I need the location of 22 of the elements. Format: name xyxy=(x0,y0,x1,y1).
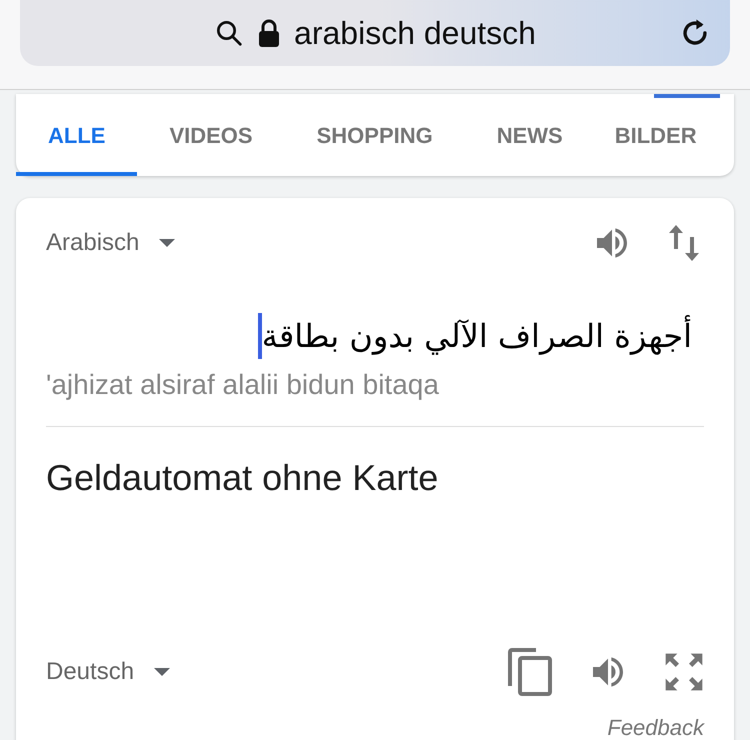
transliteration: 'ajhizat alsiraf alalii bidun bitaqa xyxy=(46,368,440,402)
tab[interactable]: VIDEOS xyxy=(137,98,285,176)
tab[interactable]: NEWS xyxy=(464,98,595,176)
source-text[interactable]: أجهزة الصراف الآلي بدون بطاقة xyxy=(262,312,692,360)
address-bar[interactable]: arabisch deutsch xyxy=(20,0,730,66)
text-cursor xyxy=(258,313,262,359)
tab[interactable]: ALLE xyxy=(16,98,138,176)
lock-icon xyxy=(258,19,280,47)
caret-icon xyxy=(159,239,176,247)
scroll-indicator xyxy=(654,94,720,98)
source-language-dropdown[interactable]: Arabisch xyxy=(46,225,176,261)
caret-icon xyxy=(154,668,170,676)
copy-icon[interactable] xyxy=(508,648,552,696)
feedback-link[interactable]: Feedback xyxy=(607,711,704,740)
fullscreen-icon[interactable] xyxy=(664,652,704,692)
address-text: arabisch deutsch xyxy=(294,14,536,53)
target-language-dropdown[interactable]: Deutsch xyxy=(46,654,170,690)
tab[interactable]: SHOPPING xyxy=(284,98,465,176)
search-icon xyxy=(214,18,244,48)
swap-icon[interactable] xyxy=(668,225,700,261)
tab[interactable]: BILDER xyxy=(594,98,729,176)
translated-text: Geldautomat ohne Karte xyxy=(46,456,440,500)
